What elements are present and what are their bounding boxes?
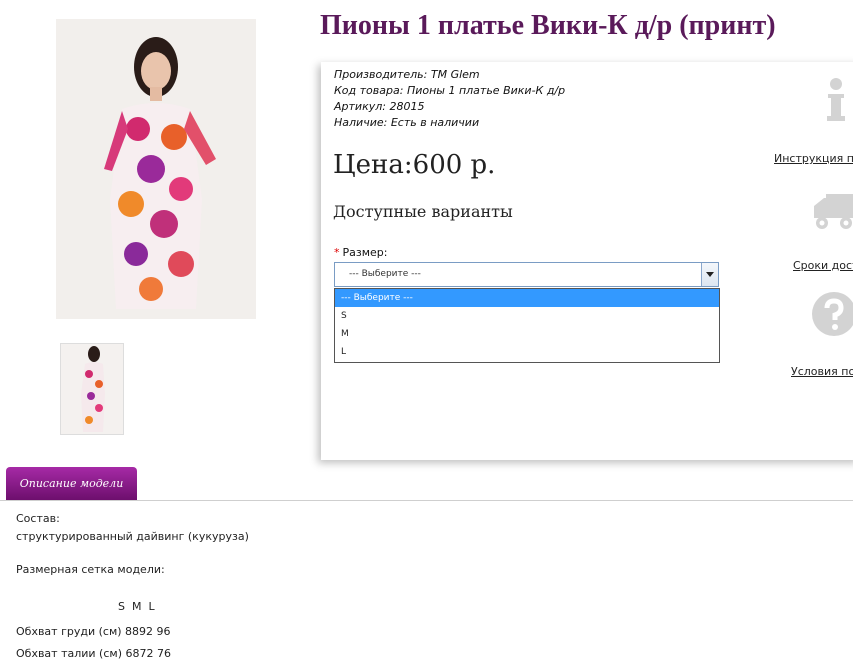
meta-product-code: Код товара: Пионы 1 платье Вики-К д/р — [334, 84, 566, 97]
info-icon — [820, 78, 850, 126]
size-grid-header: S M L — [118, 600, 155, 613]
size-option-l[interactable]: L — [335, 343, 719, 361]
meta-article: Артикул: 28015 — [334, 100, 425, 113]
size-grid-row: Обхват груди (см) 8892 96 — [16, 625, 171, 638]
meta-manufacturer: Производитель: TM Glem — [334, 68, 480, 81]
composition-label: Состав: — [16, 512, 60, 525]
size-option-placeholder[interactable]: --- Выберите --- — [335, 289, 719, 307]
composition-value: структурированный дайвинг (кукуруза) — [16, 530, 249, 543]
size-label: * Размер: — [334, 246, 388, 259]
link-delivery[interactable]: Сроки дост — [793, 259, 853, 272]
size-grid-row: Обхват талии (см) 6872 76 — [16, 647, 171, 660]
product-price: Цена:600 р. — [333, 150, 496, 180]
page-title: Пионы 1 платье Вики-К д/р (принт) — [320, 10, 776, 41]
question-icon — [812, 292, 853, 340]
link-instruction[interactable]: Инструкция по — [774, 152, 853, 165]
chevron-down-icon[interactable] — [701, 263, 718, 286]
product-main-photo[interactable] — [56, 19, 256, 319]
variants-heading: Доступные варианты — [333, 202, 513, 221]
size-grid-label: Размерная сетка модели: — [16, 563, 165, 576]
required-mark: * — [334, 246, 340, 259]
size-option-m[interactable]: M — [335, 325, 719, 343]
product-meta: Производитель: TM Glem Код товара: Пионы… — [334, 67, 565, 131]
size-select[interactable]: --- Выберите --- — [334, 262, 719, 287]
tab-divider — [0, 500, 853, 501]
tab-model-description[interactable]: Описание модели — [6, 467, 137, 500]
size-dropdown-list: --- Выберите --- S M L — [334, 288, 720, 363]
size-option-s[interactable]: S — [335, 307, 719, 325]
meta-availability: Наличие: Есть в наличии — [334, 116, 480, 129]
size-select-value: --- Выберите --- — [349, 269, 421, 279]
truck-icon — [812, 192, 853, 236]
link-conditions[interactable]: Условия по — [791, 365, 853, 378]
product-thumbnail[interactable] — [60, 343, 124, 435]
